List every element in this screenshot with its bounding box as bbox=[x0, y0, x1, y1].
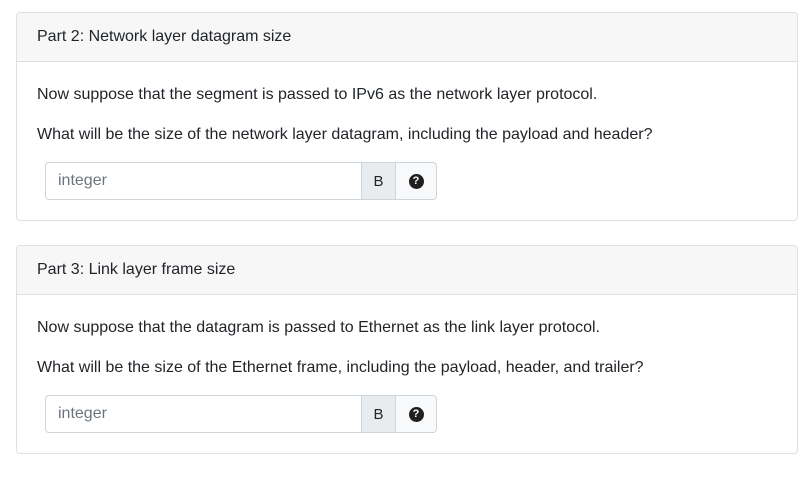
part3-header: Part 3: Link layer frame size bbox=[17, 246, 797, 295]
part2-help-button[interactable]: ? bbox=[396, 162, 437, 200]
part3-help-button[interactable]: ? bbox=[396, 395, 437, 433]
part2-answer-group: B ? bbox=[45, 162, 437, 200]
part3-card: Part 3: Link layer frame size Now suppos… bbox=[16, 245, 798, 454]
part2-answer-input[interactable] bbox=[45, 162, 361, 200]
part3-answer-group: B ? bbox=[45, 395, 437, 433]
part2-description: Now suppose that the segment is passed t… bbox=[37, 86, 598, 103]
part2-unit-label: B bbox=[361, 162, 396, 200]
question-circle-icon: ? bbox=[408, 173, 424, 189]
part2-header: Part 2: Network layer datagram size bbox=[17, 13, 797, 62]
part2-card: Part 2: Network layer datagram size Now … bbox=[16, 12, 798, 221]
part3-description: Now suppose that the datagram is passed … bbox=[37, 319, 600, 336]
part3-answer-input[interactable] bbox=[45, 395, 361, 433]
part3-unit-label: B bbox=[361, 395, 396, 433]
part3-question: What will be the size of the Ethernet fr… bbox=[37, 359, 644, 376]
part2-question: What will be the size of the network lay… bbox=[37, 126, 653, 143]
question-circle-icon: ? bbox=[408, 406, 424, 422]
